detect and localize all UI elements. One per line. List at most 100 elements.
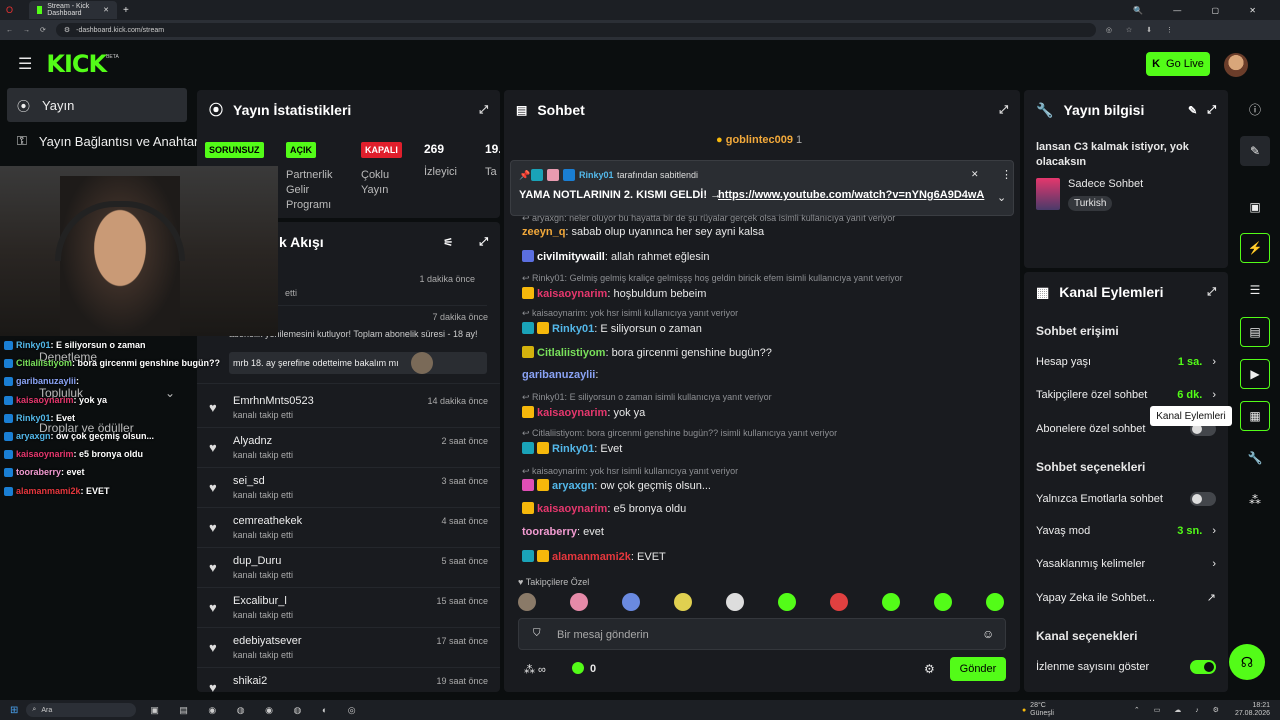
- feed-item-name[interactable]: edebiyatsever: [233, 635, 302, 647]
- expand-icon[interactable]: ⤢: [479, 104, 488, 117]
- row-show-viewcount[interactable]: İzlenme sayısını göster: [1036, 660, 1216, 674]
- emote-icon[interactable]: [986, 593, 1004, 611]
- play-icon[interactable]: ▶: [1240, 359, 1270, 389]
- emote-icon[interactable]: [830, 593, 848, 611]
- unpin-icon[interactable]: ✕: [971, 169, 979, 180]
- feed-item-name[interactable]: cemreathekek: [233, 515, 302, 527]
- gift-icon[interactable]: ⁂ ∞: [524, 663, 546, 676]
- chat-username[interactable]: Citlaliistiyom: [537, 347, 605, 359]
- crown-badge: [537, 322, 549, 334]
- channel-actions-rail-icon[interactable]: ▦: [1240, 401, 1270, 431]
- show-viewcount-toggle[interactable]: [1190, 660, 1216, 674]
- chat-username[interactable]: Rinky01: [552, 443, 594, 455]
- lightning-icon[interactable]: ⚡: [1240, 233, 1270, 263]
- emote-icon[interactable]: [882, 593, 900, 611]
- menu-icon[interactable]: ☰: [18, 54, 32, 74]
- chat-username[interactable]: alamanmami2k: [552, 551, 631, 563]
- feed-item-name[interactable]: dup_Duru: [233, 555, 281, 567]
- row-followers-only[interactable]: Takipçilere özel sohbet 6 dk. ›: [1036, 389, 1216, 401]
- taskbar-app-icons[interactable]: ▣ ▤ ◉ ◍ ◉ ◍ ◐ ◎: [150, 705, 364, 716]
- info-icon[interactable]: ⓘ: [1240, 94, 1270, 124]
- sidebar-item-stream[interactable]: ⦿ Yayın: [7, 88, 187, 122]
- chat-reply-context[interactable]: ↩ kaisaoynarim: yok hsr isimli kullanıcı…: [522, 308, 738, 319]
- new-tab-icon[interactable]: +: [123, 5, 129, 16]
- feed-item-name[interactable]: EmrhnMnts0523: [233, 395, 314, 407]
- expand-icon[interactable]: ⤢: [999, 104, 1008, 117]
- chat-username[interactable]: civilmitywaill: [537, 251, 605, 263]
- chat-input-box[interactable]: ⛉ Bir mesaj gönderin ☺: [518, 618, 1006, 650]
- chat-username[interactable]: tooraberry: [522, 526, 577, 538]
- url-field[interactable]: ⚙ -dashboard.kick.com/stream: [55, 23, 1096, 37]
- back-icon[interactable]: ←: [6, 27, 13, 34]
- row-banned-words[interactable]: Yasaklanmış kelimeler ›: [1036, 558, 1216, 570]
- emote-icon[interactable]: [570, 593, 588, 611]
- emote-icon[interactable]: [778, 593, 796, 611]
- row-emote-only[interactable]: Yalnızca Emotlarla sohbet: [1036, 492, 1216, 506]
- filter-icon[interactable]: ⚟: [443, 236, 453, 249]
- chat-reply-context[interactable]: ↩ aryaxgn: neler oluyor bu hayatta bir d…: [522, 213, 895, 224]
- chat-username[interactable]: kaisaoynarim: [537, 407, 607, 419]
- emoji-icon[interactable]: ☺: [982, 627, 994, 641]
- feed-item-name[interactable]: shikai2: [233, 675, 267, 687]
- chevron-down-icon[interactable]: ⌄: [997, 191, 1006, 204]
- kick-logo[interactable]: KICK: [46, 50, 107, 78]
- send-button[interactable]: Gönder: [950, 657, 1006, 681]
- feed-item-name[interactable]: Alyadnz: [233, 435, 272, 447]
- taskbar-search[interactable]: ⌕ Ara: [26, 703, 137, 717]
- chat-reply-context[interactable]: ↩ kaisaoynarim: yok hsr isimli kullanıcı…: [522, 466, 738, 477]
- expand-icon[interactable]: ⤢: [1207, 104, 1216, 117]
- browser-toolbar-icons[interactable]: ◎ ☆ ⬇ ⋮: [1106, 26, 1179, 34]
- more-options-icon[interactable]: ⋮: [1001, 168, 1012, 181]
- browser-tab[interactable]: Stream - Kick Dashboard ✕: [29, 1, 118, 19]
- expand-icon[interactable]: ⤢: [479, 236, 488, 249]
- chat-username[interactable]: aryaxgn: [552, 480, 594, 492]
- reply-suffix: isimli kullanıcıya yanıt veriyor: [778, 213, 896, 223]
- chat-icon[interactable]: ▤: [1240, 317, 1270, 347]
- chat-username[interactable]: Rinky01: [552, 323, 594, 335]
- windows-start-icon[interactable]: ⊞: [10, 705, 18, 716]
- settings-gear-icon[interactable]: ⚙: [924, 662, 935, 676]
- support-button[interactable]: ☊: [1229, 644, 1265, 680]
- chat-username[interactable]: garibanuzaylii: [522, 369, 595, 381]
- film-icon[interactable]: ▣: [1240, 192, 1270, 222]
- category-name[interactable]: Sadece Sohbet: [1068, 178, 1143, 190]
- chat-username[interactable]: kaisaoynarim: [537, 288, 607, 300]
- expand-icon[interactable]: ⤢: [1207, 286, 1216, 299]
- emote-icon[interactable]: [518, 593, 536, 611]
- row-slow-mode[interactable]: Yavaş mod 3 sn. ›: [1036, 525, 1216, 537]
- edit-pencil-icon[interactable]: ✎: [1188, 104, 1197, 117]
- site-info-icon: ⚙: [63, 27, 71, 34]
- chat-reply-context[interactable]: ↩ Citlaliistiyom: bora gircenmi genshine…: [522, 428, 837, 439]
- sidebar-item-stream-key[interactable]: ⚿ Yayın Bağlantısı ve Anahtar: [7, 124, 198, 158]
- reload-icon[interactable]: ⟳: [40, 26, 46, 34]
- feed-item-name[interactable]: Excalibur_l: [233, 595, 287, 607]
- share-icon[interactable]: ⁂: [1240, 485, 1270, 515]
- pinned-link[interactable]: https://www.youtube.com/watch?v=nYNg6A9D…: [718, 189, 984, 201]
- clock[interactable]: 18:21 27.08.2026: [1235, 702, 1270, 718]
- close-icon[interactable]: ✕: [103, 6, 109, 14]
- row-account-age[interactable]: Hesap yaşı 1 sa. ›: [1036, 356, 1216, 368]
- list-icon[interactable]: ☰: [1240, 275, 1270, 305]
- edit-icon[interactable]: ✎: [1240, 136, 1270, 166]
- emote-icon[interactable]: [674, 593, 692, 611]
- emote-icon[interactable]: [934, 593, 952, 611]
- chat-username[interactable]: zeeyn_q: [522, 226, 565, 238]
- window-controls[interactable]: 🔍 — ▢ ✕: [1133, 6, 1270, 15]
- emote-icon[interactable]: [622, 593, 640, 611]
- chat-username[interactable]: kaisaoynarim: [537, 503, 607, 515]
- tray-icons[interactable]: ⌃ ▭ ☁ ♪ ⚙: [1134, 706, 1225, 714]
- pinned-message[interactable]: 📌 Rinky01 tarafından sabitlendi ✕ ⋮ YAMA…: [510, 160, 1014, 216]
- chat-reply-context[interactable]: ↩ Rinky01: Gelmiş gelmiş kraliçe gelmişş…: [522, 273, 903, 284]
- wrench-icon[interactable]: 🔧: [1240, 443, 1270, 473]
- shield-icon[interactable]: ⛉: [533, 628, 541, 639]
- chat-reply-context[interactable]: ↩ Rinky01: E siliyorsun o zaman isimli k…: [522, 392, 772, 403]
- row-ai-chat[interactable]: Yapay Zeka ile Sohbet... ↗: [1036, 591, 1216, 605]
- emote-only-toggle[interactable]: [1190, 492, 1216, 506]
- go-live-button[interactable]: K Go Live: [1146, 52, 1210, 76]
- emote-icon[interactable]: [726, 593, 744, 611]
- top-gifter[interactable]: ● goblintec009 1: [716, 134, 802, 146]
- user-avatar[interactable]: [1224, 53, 1248, 77]
- forward-icon[interactable]: →: [23, 27, 30, 34]
- feed-item-name[interactable]: sei_sd: [233, 475, 265, 487]
- pinned-by-user[interactable]: Rinky01: [579, 170, 614, 180]
